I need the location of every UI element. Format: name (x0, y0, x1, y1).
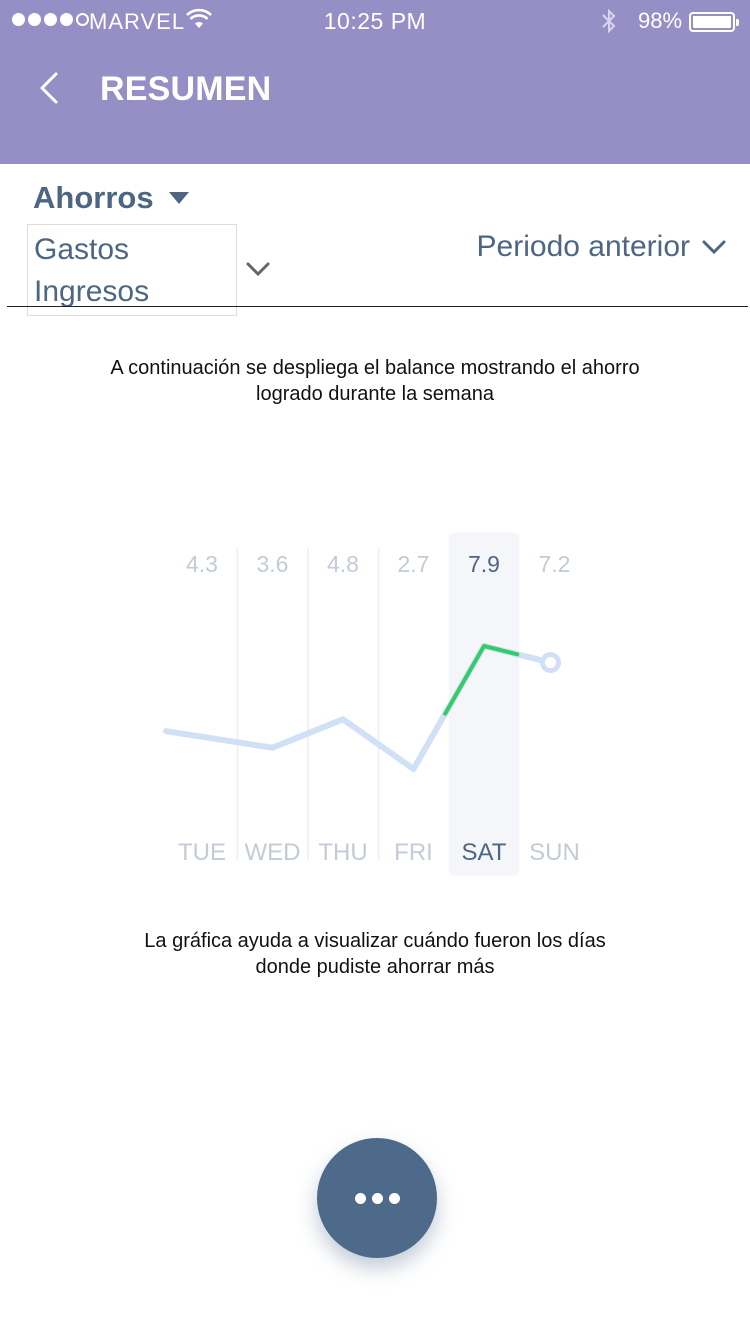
savings-line-chart: 4.3 3.6 4.8 2.7 7.9 7.2 TUE WED THU FRI SAT SUN (163, 532, 580, 876)
type-dropdown-label: Ahorros (33, 180, 154, 215)
highlight-band (449, 532, 519, 876)
type-dropdown[interactable]: Ahorros (33, 180, 190, 216)
back-button[interactable] (34, 70, 74, 110)
app-header: MARVEL 10:25 PM 98% RESUMEN (0, 0, 750, 164)
period-dropdown-label: Periodo anterior (476, 230, 690, 263)
option-ingresos[interactable]: Ingresos (34, 275, 149, 309)
day-label: SAT (462, 839, 507, 866)
chart-intro-text: A continuación se despliega el balance m… (110, 357, 640, 405)
value-label: 4.3 (186, 551, 218, 577)
chevron-down-icon[interactable] (246, 261, 270, 277)
value-label: 2.7 (398, 551, 430, 577)
divider (7, 306, 748, 307)
day-label: TUE (178, 839, 226, 866)
day-label: FRI (394, 839, 433, 866)
status-bar: MARVEL 10:25 PM 98% (0, 0, 750, 40)
day-label: THU (318, 839, 367, 866)
caret-down-icon (168, 192, 189, 204)
battery-percentage: 98% (638, 8, 683, 33)
battery-icon (689, 12, 739, 32)
value-label: 7.9 (468, 551, 500, 577)
chevron-down-icon (702, 240, 726, 255)
more-button[interactable] (317, 1138, 437, 1258)
value-label: 7.2 (539, 551, 571, 577)
end-point-marker (540, 652, 561, 674)
page-title: RESUMEN (100, 70, 272, 108)
period-dropdown[interactable]: Periodo anterior (477, 230, 726, 264)
option-gastos[interactable]: Gastos (34, 233, 129, 267)
more-dots-icon (388, 1192, 400, 1204)
chart-footer-text: La gráfica ayuda a visualizar cuándo fue… (144, 930, 606, 978)
value-label: 3.6 (257, 551, 289, 577)
day-label: SUN (529, 839, 580, 866)
day-label: WED (245, 839, 301, 866)
more-dots-icon (354, 1192, 366, 1204)
more-dots-icon (371, 1192, 383, 1204)
bluetooth-icon (598, 8, 620, 40)
value-label: 4.8 (327, 551, 359, 577)
chevron-left-icon (40, 72, 58, 104)
type-options-list: Gastos Ingresos (27, 224, 237, 316)
